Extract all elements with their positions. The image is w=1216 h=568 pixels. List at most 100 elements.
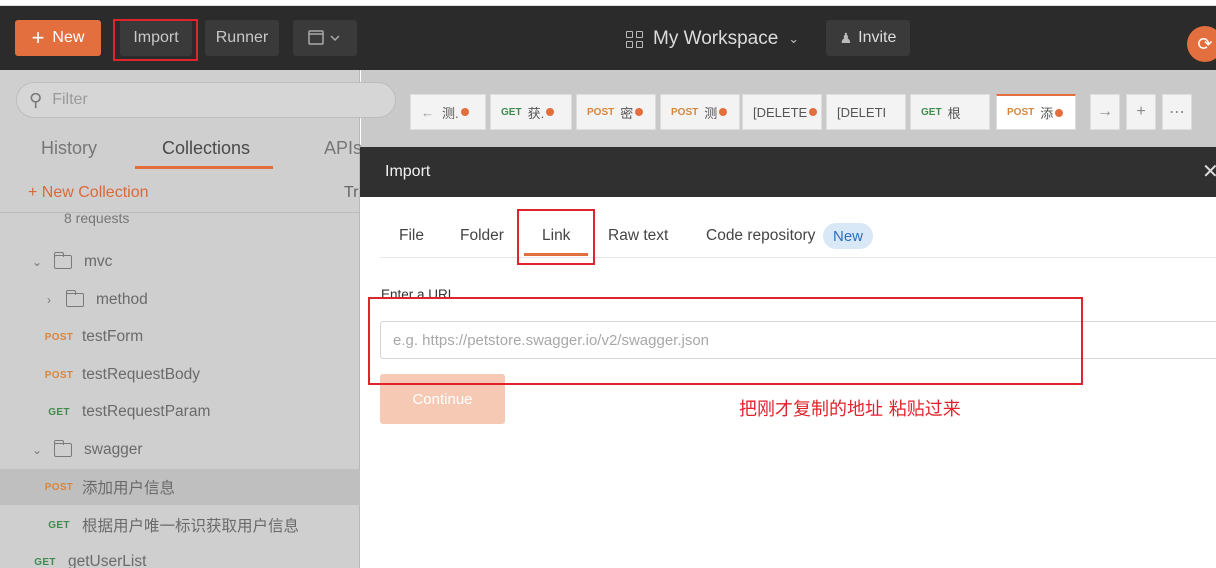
unsaved-dot-icon — [809, 108, 818, 116]
invite-button-label: Invite — [858, 29, 897, 46]
method-badge: POST — [44, 331, 74, 343]
tab-apis[interactable]: APIs — [324, 138, 362, 159]
runner-button[interactable]: Runner — [205, 20, 279, 56]
add-user-icon: ♟ — [839, 29, 853, 46]
import-tab-raw-text[interactable]: Raw text — [608, 227, 668, 245]
method-badge: GET — [921, 106, 942, 118]
unsaved-dot-icon — [635, 108, 644, 116]
close-icon[interactable]: ✕ — [1202, 159, 1216, 184]
sidebar: ⚲ Filter History Collections APIs + New … — [0, 70, 396, 568]
method-badge: POST — [44, 369, 74, 381]
unsaved-dot-icon — [1055, 108, 1064, 117]
request-item[interactable]: POST testForm — [0, 319, 360, 355]
request-tab[interactable]: [DELETE — [742, 94, 822, 130]
chevron-down-icon: ⌄ — [788, 31, 800, 46]
request-tab-label: 获. — [527, 105, 545, 121]
active-tab-indicator — [135, 166, 273, 169]
chevron-down-icon: ⌄ — [31, 443, 43, 457]
request-tab[interactable]: [DELETI — [826, 94, 906, 130]
request-item[interactable]: GET testRequestParam — [0, 394, 360, 430]
request-tab[interactable]: POST 密 — [576, 94, 656, 130]
request-tab-label: 密 — [620, 105, 634, 121]
sidebar-divider — [0, 212, 360, 213]
new-badge: New — [823, 223, 874, 249]
search-icon: ⚲ — [29, 89, 43, 110]
method-badge: GET — [34, 556, 56, 568]
request-item[interactable]: POST testRequestBody — [0, 357, 360, 393]
folder-mvc[interactable]: ⌄ mvc — [0, 244, 360, 280]
new-button-label: New — [52, 29, 85, 46]
method-badge: POST — [587, 106, 615, 118]
request-tab-label: 根 — [947, 105, 961, 121]
trash-link[interactable]: Tr — [344, 184, 359, 202]
request-tabs-bar: ← 测. GET 获. POST 密 POST 测 [DELETE [DELET… — [410, 94, 1216, 130]
chevron-down-icon: ⌄ — [31, 255, 43, 269]
request-tab-label: [DELETI — [837, 104, 887, 120]
workspace-grid-icon — [626, 30, 643, 48]
annotation-text: 把刚才复制的地址 粘贴过来 — [739, 399, 961, 420]
unsaved-dot-icon — [546, 108, 555, 116]
new-collection-button[interactable]: + New Collection — [28, 184, 149, 202]
tab-collections[interactable]: Collections — [162, 138, 250, 159]
request-tab-active[interactable]: POST 添 — [996, 94, 1076, 130]
new-window-icon — [308, 30, 340, 45]
folder-label: mvc — [84, 253, 113, 270]
request-tab-label: 测. — [442, 105, 459, 121]
request-item[interactable]: GET 根据用户唯一标识获取用户信息 — [0, 507, 360, 543]
chevron-right-icon: › — [47, 293, 51, 307]
import-tab-folder[interactable]: Folder — [460, 227, 504, 245]
plus-icon[interactable]: + — [1126, 94, 1156, 130]
filter-input[interactable]: ⚲ Filter — [16, 82, 396, 118]
request-tab-label: [DELETE — [753, 104, 808, 120]
request-tab[interactable]: POST 测 — [660, 94, 740, 130]
folder-swagger[interactable]: ⌄ swagger — [0, 432, 360, 468]
arrow-right-icon[interactable]: → — [1090, 94, 1120, 130]
request-label: testRequestParam — [82, 403, 211, 420]
request-tab-label: 添 — [1040, 106, 1054, 121]
folder-icon — [65, 290, 84, 307]
request-tab[interactable]: GET 根 — [910, 94, 990, 130]
tabs-divider — [380, 257, 1216, 258]
sync-icon[interactable]: ⟳ — [1187, 26, 1216, 62]
continue-button-label: Continue — [412, 390, 473, 408]
method-badge: GET — [501, 106, 522, 118]
import-tab-file[interactable]: File — [399, 227, 424, 245]
arrow-left-icon: ← — [421, 104, 434, 120]
workspace-label: My Workspace — [653, 28, 779, 49]
import-highlight-box — [113, 19, 198, 61]
request-tab[interactable]: ← 测. — [410, 94, 486, 130]
workspace-switcher[interactable]: My Workspace ⌄ — [626, 24, 799, 54]
folder-method[interactable]: › method — [0, 282, 360, 318]
tab-history[interactable]: History — [41, 138, 97, 159]
request-label: 根据用户唯一标识获取用户信息 — [82, 518, 300, 535]
new-window-button[interactable] — [293, 20, 357, 56]
method-badge: POST — [1007, 107, 1035, 118]
request-label: testRequestBody — [82, 366, 201, 383]
method-badge: GET — [48, 406, 70, 418]
link-tab-highlight-box — [517, 209, 595, 265]
request-item[interactable]: POST 添加用户信息 — [0, 469, 360, 505]
request-label: getUserList — [68, 553, 147, 568]
folder-icon — [53, 440, 72, 457]
unsaved-dot-icon — [460, 108, 469, 116]
folder-icon — [53, 252, 72, 269]
method-badge: GET — [48, 519, 70, 531]
more-options-icon[interactable]: ⋯ — [1162, 94, 1192, 130]
request-label: testForm — [82, 328, 144, 345]
new-button[interactable]: + New — [15, 20, 101, 56]
import-tab-code-repository[interactable]: Code repository — [706, 227, 815, 245]
request-tab-label: 测 — [704, 105, 718, 121]
request-tab[interactable]: GET 获. — [490, 94, 572, 130]
runner-button-label: Runner — [215, 29, 269, 46]
unsaved-dot-icon — [719, 108, 728, 116]
folder-label: swagger — [84, 441, 143, 458]
invite-button[interactable]: ♟ Invite — [826, 20, 910, 56]
method-badge: POST — [44, 481, 74, 493]
method-badge: POST — [671, 106, 699, 118]
request-item[interactable]: GET getUserList — [0, 544, 360, 568]
folder-label: method — [96, 291, 148, 308]
request-label: 添加用户信息 — [82, 480, 176, 497]
modal-title: Import — [385, 163, 431, 180]
url-highlight-box — [368, 297, 1083, 385]
filter-placeholder: Filter — [52, 91, 88, 108]
